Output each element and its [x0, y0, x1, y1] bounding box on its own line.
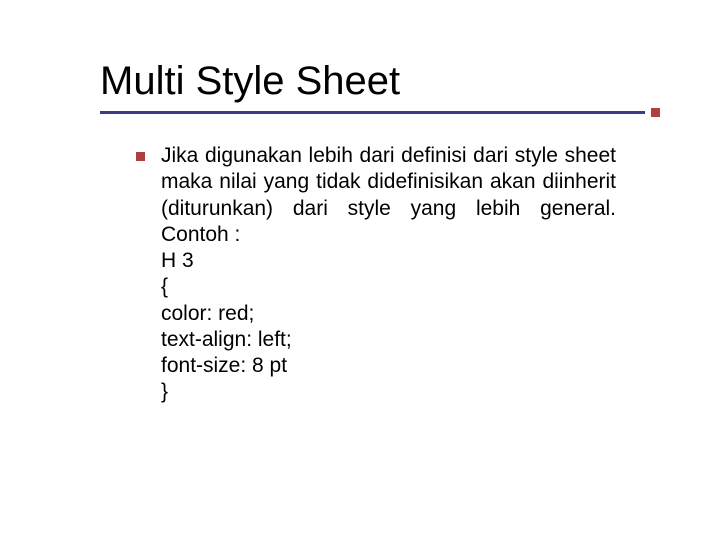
- body-area: Jika digunakan lebih dari definisi dari …: [136, 143, 616, 406]
- title-underline: [100, 108, 660, 117]
- code-line: H 3: [161, 248, 616, 274]
- code-line: font-size: 8 pt: [161, 353, 616, 379]
- bullet-row: Jika digunakan lebih dari definisi dari …: [136, 143, 616, 406]
- title-row: Multi Style Sheet: [100, 60, 650, 102]
- slide: Multi Style Sheet Jika digunakan lebih d…: [0, 0, 720, 540]
- bullet-icon: [136, 152, 145, 161]
- page-title: Multi Style Sheet: [100, 60, 400, 102]
- underline-accent-icon: [651, 108, 660, 117]
- code-line: text-align: left;: [161, 327, 616, 353]
- code-line: }: [161, 379, 616, 405]
- body-paragraph: Jika digunakan lebih dari definisi dari …: [161, 143, 616, 248]
- code-line: {: [161, 274, 616, 300]
- code-line: color: red;: [161, 301, 616, 327]
- body-text-group: Jika digunakan lebih dari definisi dari …: [161, 143, 616, 406]
- underline-bar: [100, 111, 645, 114]
- code-block: H 3 { color: red; text-align: left; font…: [161, 248, 616, 406]
